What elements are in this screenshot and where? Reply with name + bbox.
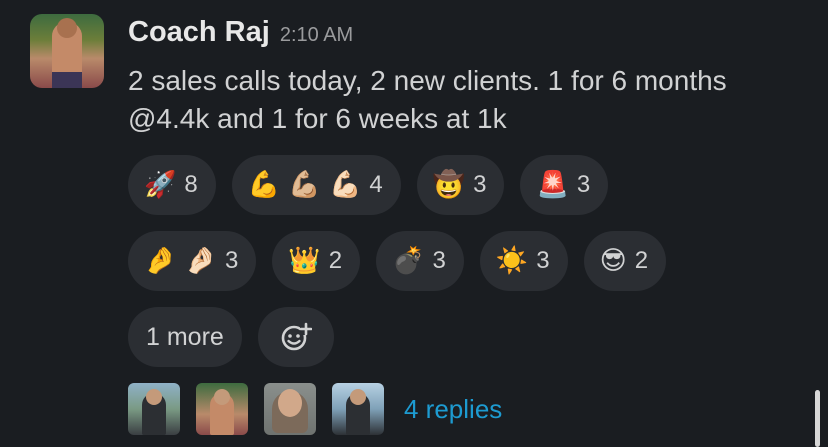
bomb-icon: 💣 xyxy=(392,246,425,276)
reply-avatar-head xyxy=(278,389,302,417)
reaction-count: 8 xyxy=(184,171,198,198)
reply-avatar[interactable] xyxy=(128,383,180,435)
add-reaction-icon xyxy=(281,322,312,351)
message: Coach Raj 2:10 AM 2 sales calls today, 2… xyxy=(0,0,828,447)
message-timestamp[interactable]: 2:10 AM xyxy=(280,24,353,47)
reaction-count: 2 xyxy=(634,247,649,274)
more-reactions-label: 1 more xyxy=(146,322,224,351)
scrollbar[interactable] xyxy=(815,390,820,447)
avatar-shorts xyxy=(52,72,82,88)
reply-avatar[interactable] xyxy=(332,383,384,435)
reaction-rocket[interactable]: 🚀 8 xyxy=(128,155,216,215)
reply-avatar-head xyxy=(214,389,230,405)
crown-icon: 👑 xyxy=(288,246,321,276)
reactions: 🚀 8 💪 💪🏼 💪🏻 4 🤠 3 🚨 3 🤌 🤌🏻 3 👑 2 💣 3 ☀️ … xyxy=(128,155,808,383)
reaction-count: 3 xyxy=(473,171,487,198)
flexed-biceps-icon: 💪 💪🏼 💪🏻 xyxy=(247,170,362,200)
reaction-row-3: 1 more xyxy=(128,307,808,367)
reply-avatar[interactable] xyxy=(264,383,316,435)
reply-avatar[interactable] xyxy=(196,383,248,435)
reaction-bomb[interactable]: 💣 3 xyxy=(376,231,464,291)
author-avatar[interactable] xyxy=(30,14,104,88)
replies-link[interactable]: 4 replies xyxy=(404,394,502,425)
reaction-pinched-fingers[interactable]: 🤌 🤌🏻 3 xyxy=(128,231,257,291)
add-reaction-button[interactable] xyxy=(257,307,334,367)
more-reactions-button[interactable]: 1 more xyxy=(128,307,242,367)
message-header: Coach Raj 2:10 AM xyxy=(128,16,353,52)
reply-avatar-head xyxy=(350,389,366,405)
reaction-flexed-biceps[interactable]: 💪 💪🏼 💪🏻 4 xyxy=(231,155,401,215)
pinched-fingers-icon: 🤌 🤌🏻 xyxy=(144,246,218,276)
reaction-count: 3 xyxy=(432,247,446,274)
author-name[interactable]: Coach Raj xyxy=(128,16,270,49)
reaction-count: 3 xyxy=(536,247,550,274)
avatar-head xyxy=(57,18,77,38)
reaction-count: 3 xyxy=(576,171,591,198)
sunglasses-face-icon: 😎 xyxy=(599,246,627,276)
reaction-crown[interactable]: 👑 2 xyxy=(272,231,361,291)
reaction-sunglasses[interactable]: 😎 2 xyxy=(583,231,667,291)
message-text: 2 sales calls today, 2 new clients. 1 fo… xyxy=(128,65,727,134)
reaction-row-2: 🤌 🤌🏻 3 👑 2 💣 3 ☀️ 3 😎 2 xyxy=(128,231,808,291)
thread-replies[interactable]: 4 replies xyxy=(128,382,502,436)
siren-icon: 🚨 xyxy=(536,170,569,200)
reply-avatar-head xyxy=(146,389,162,405)
reaction-cowboy[interactable]: 🤠 3 xyxy=(416,155,505,215)
cowboy-face-icon: 🤠 xyxy=(432,170,466,200)
reaction-count: 4 xyxy=(369,171,383,198)
reaction-siren[interactable]: 🚨 3 xyxy=(520,155,609,215)
reaction-row-1: 🚀 8 💪 💪🏼 💪🏻 4 🤠 3 🚨 3 xyxy=(128,155,808,215)
sun-icon: ☀️ xyxy=(495,246,529,276)
reaction-count: 3 xyxy=(225,247,239,274)
reaction-sun[interactable]: ☀️ 3 xyxy=(479,231,568,291)
reaction-count: 2 xyxy=(328,247,343,274)
rocket-icon: 🚀 xyxy=(144,170,177,200)
